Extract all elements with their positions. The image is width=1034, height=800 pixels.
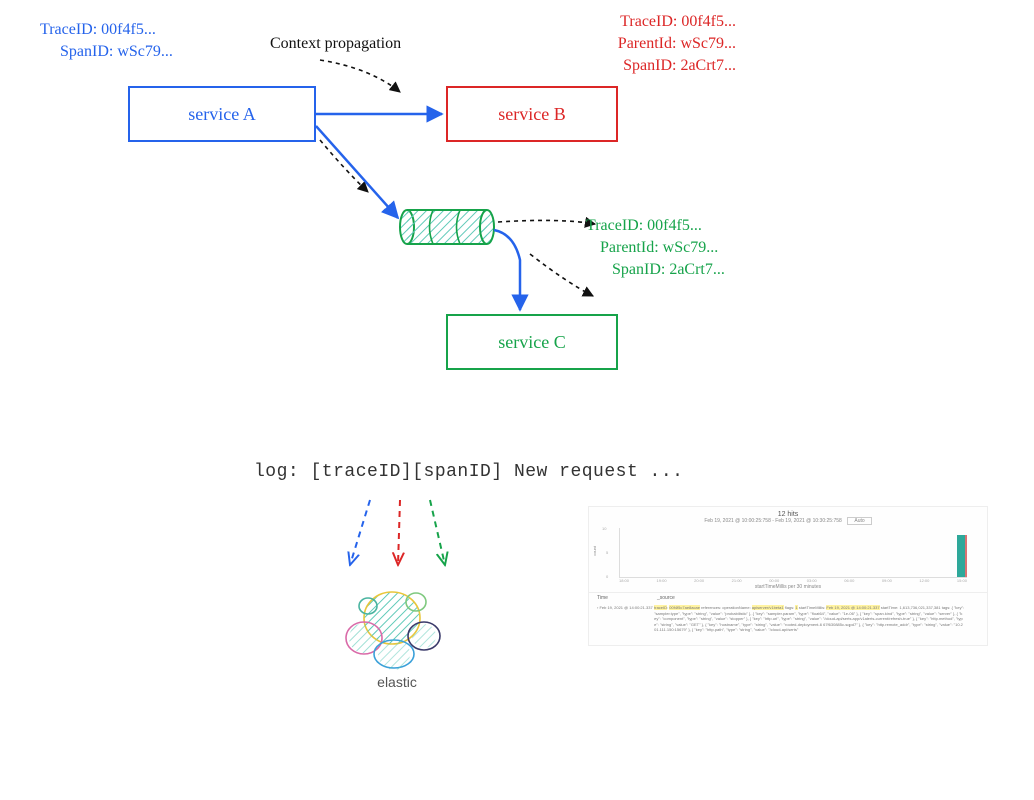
service-c-box: service C xyxy=(446,314,618,370)
service-b-label: service B xyxy=(498,104,565,125)
service-c-span-id: SpanID: 2aCrt7... xyxy=(612,260,725,281)
kibana-bar xyxy=(957,535,965,577)
service-c-trace-id: TraceID: 00f4f5... xyxy=(586,216,702,237)
kibana-axis-label: startTimeMillis per 30 minutes xyxy=(589,584,987,590)
service-c-parent-id: ParentId: wSc79... xyxy=(600,238,718,259)
kibana-col-time: Time xyxy=(597,595,657,601)
service-b-parent-id: ParentId: wSc79... xyxy=(466,34,736,55)
kibana-chart: 10 5 0 count xyxy=(619,528,967,578)
service-a-trace-id: TraceID: 00f4f5... xyxy=(40,20,156,41)
kibana-range: Feb 19, 2021 @ 10:00:25:758 - Feb 19, 20… xyxy=(704,518,841,524)
diagram-canvas: TraceID: 00f4f5... SpanID: wSc79... Cont… xyxy=(0,0,1034,742)
elastic-logo: elastic xyxy=(342,670,452,800)
context-propagation-label: Context propagation xyxy=(270,34,401,55)
kibana-row-header: Time _source xyxy=(589,592,987,603)
kibana-screenshot: 12 hits Feb 19, 2021 @ 10:00:25:758 - Fe… xyxy=(588,506,988,646)
kibana-col-source: _source xyxy=(657,595,675,601)
kibana-bar-2 xyxy=(965,535,967,577)
kibana-hits: 12 hits xyxy=(589,511,987,518)
kibana-log-row: › Feb 19, 2021 @ 14:00:21.337 traceID: 0… xyxy=(589,603,987,635)
kibana-bucket-select[interactable]: Auto xyxy=(847,517,871,525)
service-b-trace-id: TraceID: 00f4f5... xyxy=(466,12,736,33)
elastic-logo-icon xyxy=(346,592,440,670)
log-line: log: [traceID][spanID] New request ... xyxy=(254,462,683,482)
service-a-label: service A xyxy=(188,104,255,125)
service-c-label: service C xyxy=(498,332,565,353)
service-a-span-id: SpanID: wSc79... xyxy=(60,42,173,63)
service-b-span-id: SpanID: 2aCrt7... xyxy=(466,56,736,77)
elastic-caption: elastic xyxy=(342,674,452,690)
message-queue-icon xyxy=(400,210,494,244)
kibana-ticks: 18:0019:0020:0021:0000:0003:0006:0009:00… xyxy=(619,578,967,583)
service-a-box: service A xyxy=(128,86,316,142)
service-b-box: service B xyxy=(446,86,618,142)
